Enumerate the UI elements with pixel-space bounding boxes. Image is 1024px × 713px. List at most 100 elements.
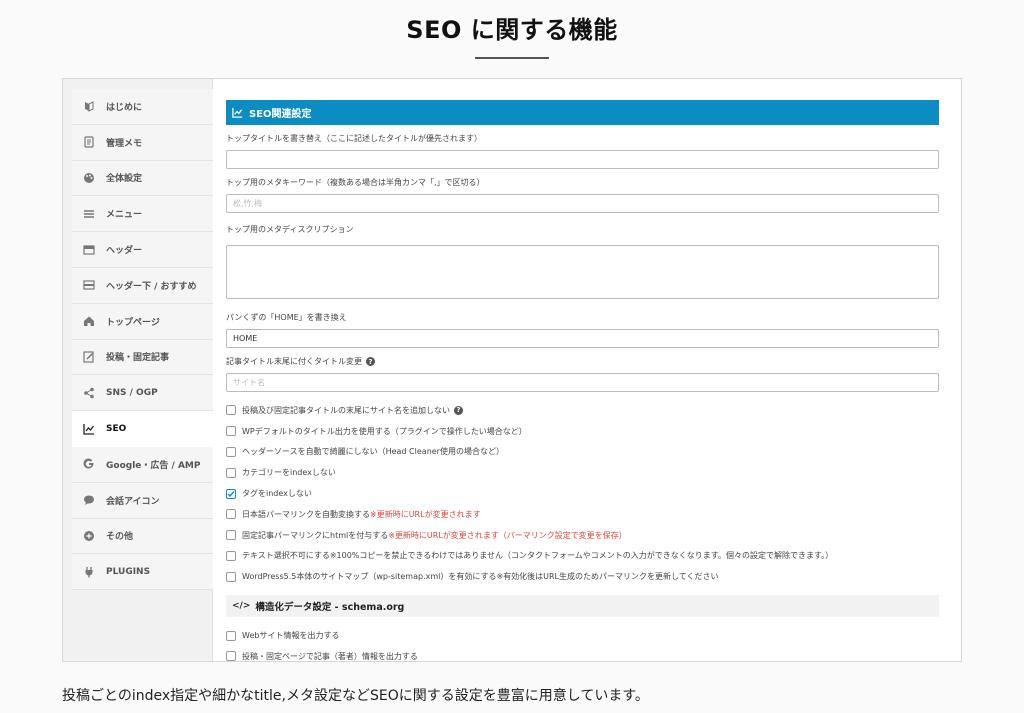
beginner-icon [82, 99, 96, 113]
sidebar-item[interactable]: 管理メモ [72, 124, 213, 161]
sidebar-item[interactable]: ヘッダー [72, 232, 213, 268]
sidebar-item[interactable]: SNS / OGP [72, 375, 213, 412]
checkbox[interactable] [226, 405, 236, 416]
plus-circle-icon [82, 529, 96, 543]
checkbox-row: 投稿・固定ページで記事（著者）情報を出力する [226, 646, 939, 661]
checkbox[interactable] [226, 571, 236, 582]
meta-description-label: トップ用のメタディスクリプション [226, 225, 354, 234]
sidebar-item-label: 会話アイコン [106, 496, 160, 507]
checkbox[interactable] [226, 509, 236, 520]
breadcrumb-home-input[interactable] [226, 329, 939, 348]
checkbox-label[interactable]: 投稿・固定ページで記事（著者）情報を出力する [242, 651, 418, 661]
checkbox-row: 日本語パーマリンクを自動変換する ※更新時にURLが変更されます [226, 504, 939, 525]
checkbox-row: WordPress5.5本体のサイトマップ（wp-sitemap.xml）を有効… [226, 566, 939, 587]
google-icon [82, 457, 96, 471]
checkbox-label[interactable]: 固定記事パーマリンクにhtmlを付与する [242, 530, 388, 541]
sidebar-item[interactable]: トップページ [72, 303, 213, 340]
sidebar-item[interactable]: はじめに [72, 89, 213, 125]
meta-keywords-input[interactable] [226, 194, 939, 213]
sidebar-item-label: 全体設定 [106, 174, 143, 185]
checkbox[interactable] [226, 446, 236, 457]
checkbox[interactable] [226, 467, 236, 478]
section-header-seo: SEO関連設定 [226, 100, 939, 125]
settings-panel: はじめに 管理メモ 全体設定 メニュー ヘッダー ヘッダー下 / おすすめ トップページ 投稿… [62, 78, 962, 662]
sidebar-item-label: その他 [106, 532, 134, 543]
page-caption: 投稿ごとのindex指定や細かなtitle,メタ設定などSEOに関する設定を豊富… [62, 688, 649, 704]
sidebar-item[interactable]: メニュー [72, 196, 213, 233]
checkbox-row: 投稿及び固定記事タイトルの末尾にサイト名を追加しない? [226, 400, 939, 421]
checkbox-row: WPデフォルトのタイトル出力を使用する（プラグインで操作したい場合など） [226, 421, 939, 442]
help-icon[interactable]: ? [366, 357, 375, 366]
checkbox-label[interactable]: タグをindexしない [242, 488, 312, 499]
palette-icon [82, 171, 96, 185]
chart-line-icon [82, 422, 96, 436]
menu-icon [82, 207, 96, 221]
title-divider [475, 57, 549, 59]
sidebar-item-label: 管理メモ [106, 138, 143, 149]
sidebar-item-label: ヘッダー下 / おすすめ [106, 281, 197, 292]
sidebar-item-label: 投稿・固定記事 [106, 353, 170, 364]
help-icon[interactable]: ? [454, 405, 463, 415]
section-header-structured-data: </> 構造化データ設定 - schema.org [226, 595, 939, 618]
title-suffix-input[interactable] [226, 373, 939, 392]
checkbox-label[interactable]: テキスト選択不可にする※100%コピーを禁止できるわけではありません（コンタクト… [242, 550, 833, 561]
home-icon [82, 314, 96, 328]
plug-icon [82, 565, 96, 579]
checkbox-row: テキスト選択不可にする※100%コピーを禁止できるわけではありません（コンタクト… [226, 546, 939, 567]
structured-data-checkbox-list: Webサイト情報を出力する投稿・固定ページで記事（著者）情報を出力する投稿・固定… [226, 625, 939, 661]
checkbox[interactable] [226, 426, 236, 437]
chat-icon [82, 493, 96, 507]
structured-data-heading: 構造化データ設定 - schema.org [255, 602, 405, 614]
sidebar-item-label: PLUGINS [106, 566, 151, 577]
checkbox[interactable] [226, 530, 236, 541]
checkbox-label[interactable]: 投稿及び固定記事タイトルの末尾にサイト名を追加しない [242, 405, 450, 416]
sidebar-item-label: はじめに [106, 102, 143, 113]
checkbox-label[interactable]: WordPress5.5本体のサイトマップ（wp-sitemap.xml）を有効… [242, 571, 719, 582]
checkbox-row: カテゴリーをindexしない [226, 462, 939, 483]
breadcrumb-home-label: パンくずの「HOME」を書き換え [226, 313, 347, 322]
seo-checkbox-list: 投稿及び固定記事タイトルの末尾にサイト名を追加しない? WPデフォルトのタイトル出… [226, 400, 939, 587]
checkbox-row: ヘッダーソースを自動で綺麗にしない（Head Cleaner使用の場合など） [226, 442, 939, 463]
checkbox[interactable] [226, 488, 236, 499]
memo-icon [82, 135, 96, 149]
sidebar-item[interactable]: SEO [72, 411, 213, 447]
warning-note: ※更新時にURLが変更されます [370, 509, 481, 519]
checkbox[interactable] [226, 630, 236, 641]
top-title-input[interactable] [226, 150, 939, 169]
header-icon [82, 243, 96, 257]
sidebar-item[interactable]: Google・広告 / AMP [72, 446, 213, 483]
meta-keywords-label: トップ用のメタキーワード（複数ある場合は半角カンマ「,」で区切る） [226, 178, 485, 187]
share-icon [82, 386, 96, 400]
sidebar-item-label: ヘッダー [106, 246, 143, 257]
sidebar-item[interactable]: 会話アイコン [72, 482, 213, 519]
checkbox-label[interactable]: カテゴリーをindexしない [242, 467, 336, 478]
checkbox-label[interactable]: Webサイト情報を出力する [242, 630, 339, 641]
section-header-label: SEO関連設定 [249, 109, 312, 120]
checkbox-row: 固定記事パーマリンクにhtmlを付与する ※更新時にURLが変更されます（パーマリ… [226, 525, 939, 546]
header-below-icon [82, 278, 96, 292]
sidebar-item[interactable]: ヘッダー下 / おすすめ [72, 267, 213, 304]
top-title-label: トップタイトルを書き替え（ここに記述したタイトルが優先されます） [226, 134, 482, 143]
checkbox[interactable] [226, 550, 236, 561]
code-icon: </> [232, 601, 251, 612]
sidebar-item[interactable]: 投稿・固定記事 [72, 339, 213, 376]
edit-icon [82, 350, 96, 364]
sidebar-item[interactable]: 全体設定 [72, 160, 213, 197]
settings-sidebar: はじめに管理メモ全体設定メニューヘッダーヘッダー下 / おすすめ トップページ 投稿… [63, 79, 213, 661]
checkbox-label[interactable]: WPデフォルトのタイトル出力を使用する（プラグインで操作したい場合など） [242, 426, 527, 437]
settings-content: SEO関連設定 トップタイトルを書き替え（ここに記述したタイトルが優先されます）… [214, 79, 961, 661]
checkbox[interactable] [226, 651, 236, 661]
warning-note: ※更新時にURLが変更されます（パーマリンク設定で変更を保存） [388, 530, 627, 540]
page-title: SEO に関する機能 [406, 16, 618, 44]
meta-description-textarea[interactable] [226, 245, 939, 299]
sidebar-item-label: トップページ [106, 317, 160, 328]
sidebar-item[interactable]: PLUGINS [72, 554, 213, 591]
title-suffix-label-text: 記事タイトル末尾に付くタイトル変更 [226, 357, 362, 366]
checkbox-row: Webサイト情報を出力する [226, 625, 939, 646]
sidebar-item-label: Google・広告 / AMP [106, 460, 201, 471]
chart-line-icon [232, 107, 243, 118]
sidebar-item[interactable]: その他 [72, 518, 213, 555]
sidebar-item-label: メニュー [106, 210, 143, 221]
checkbox-label[interactable]: 日本語パーマリンクを自動変換する [242, 509, 370, 520]
checkbox-label[interactable]: ヘッダーソースを自動で綺麗にしない（Head Cleaner使用の場合など） [242, 446, 504, 457]
